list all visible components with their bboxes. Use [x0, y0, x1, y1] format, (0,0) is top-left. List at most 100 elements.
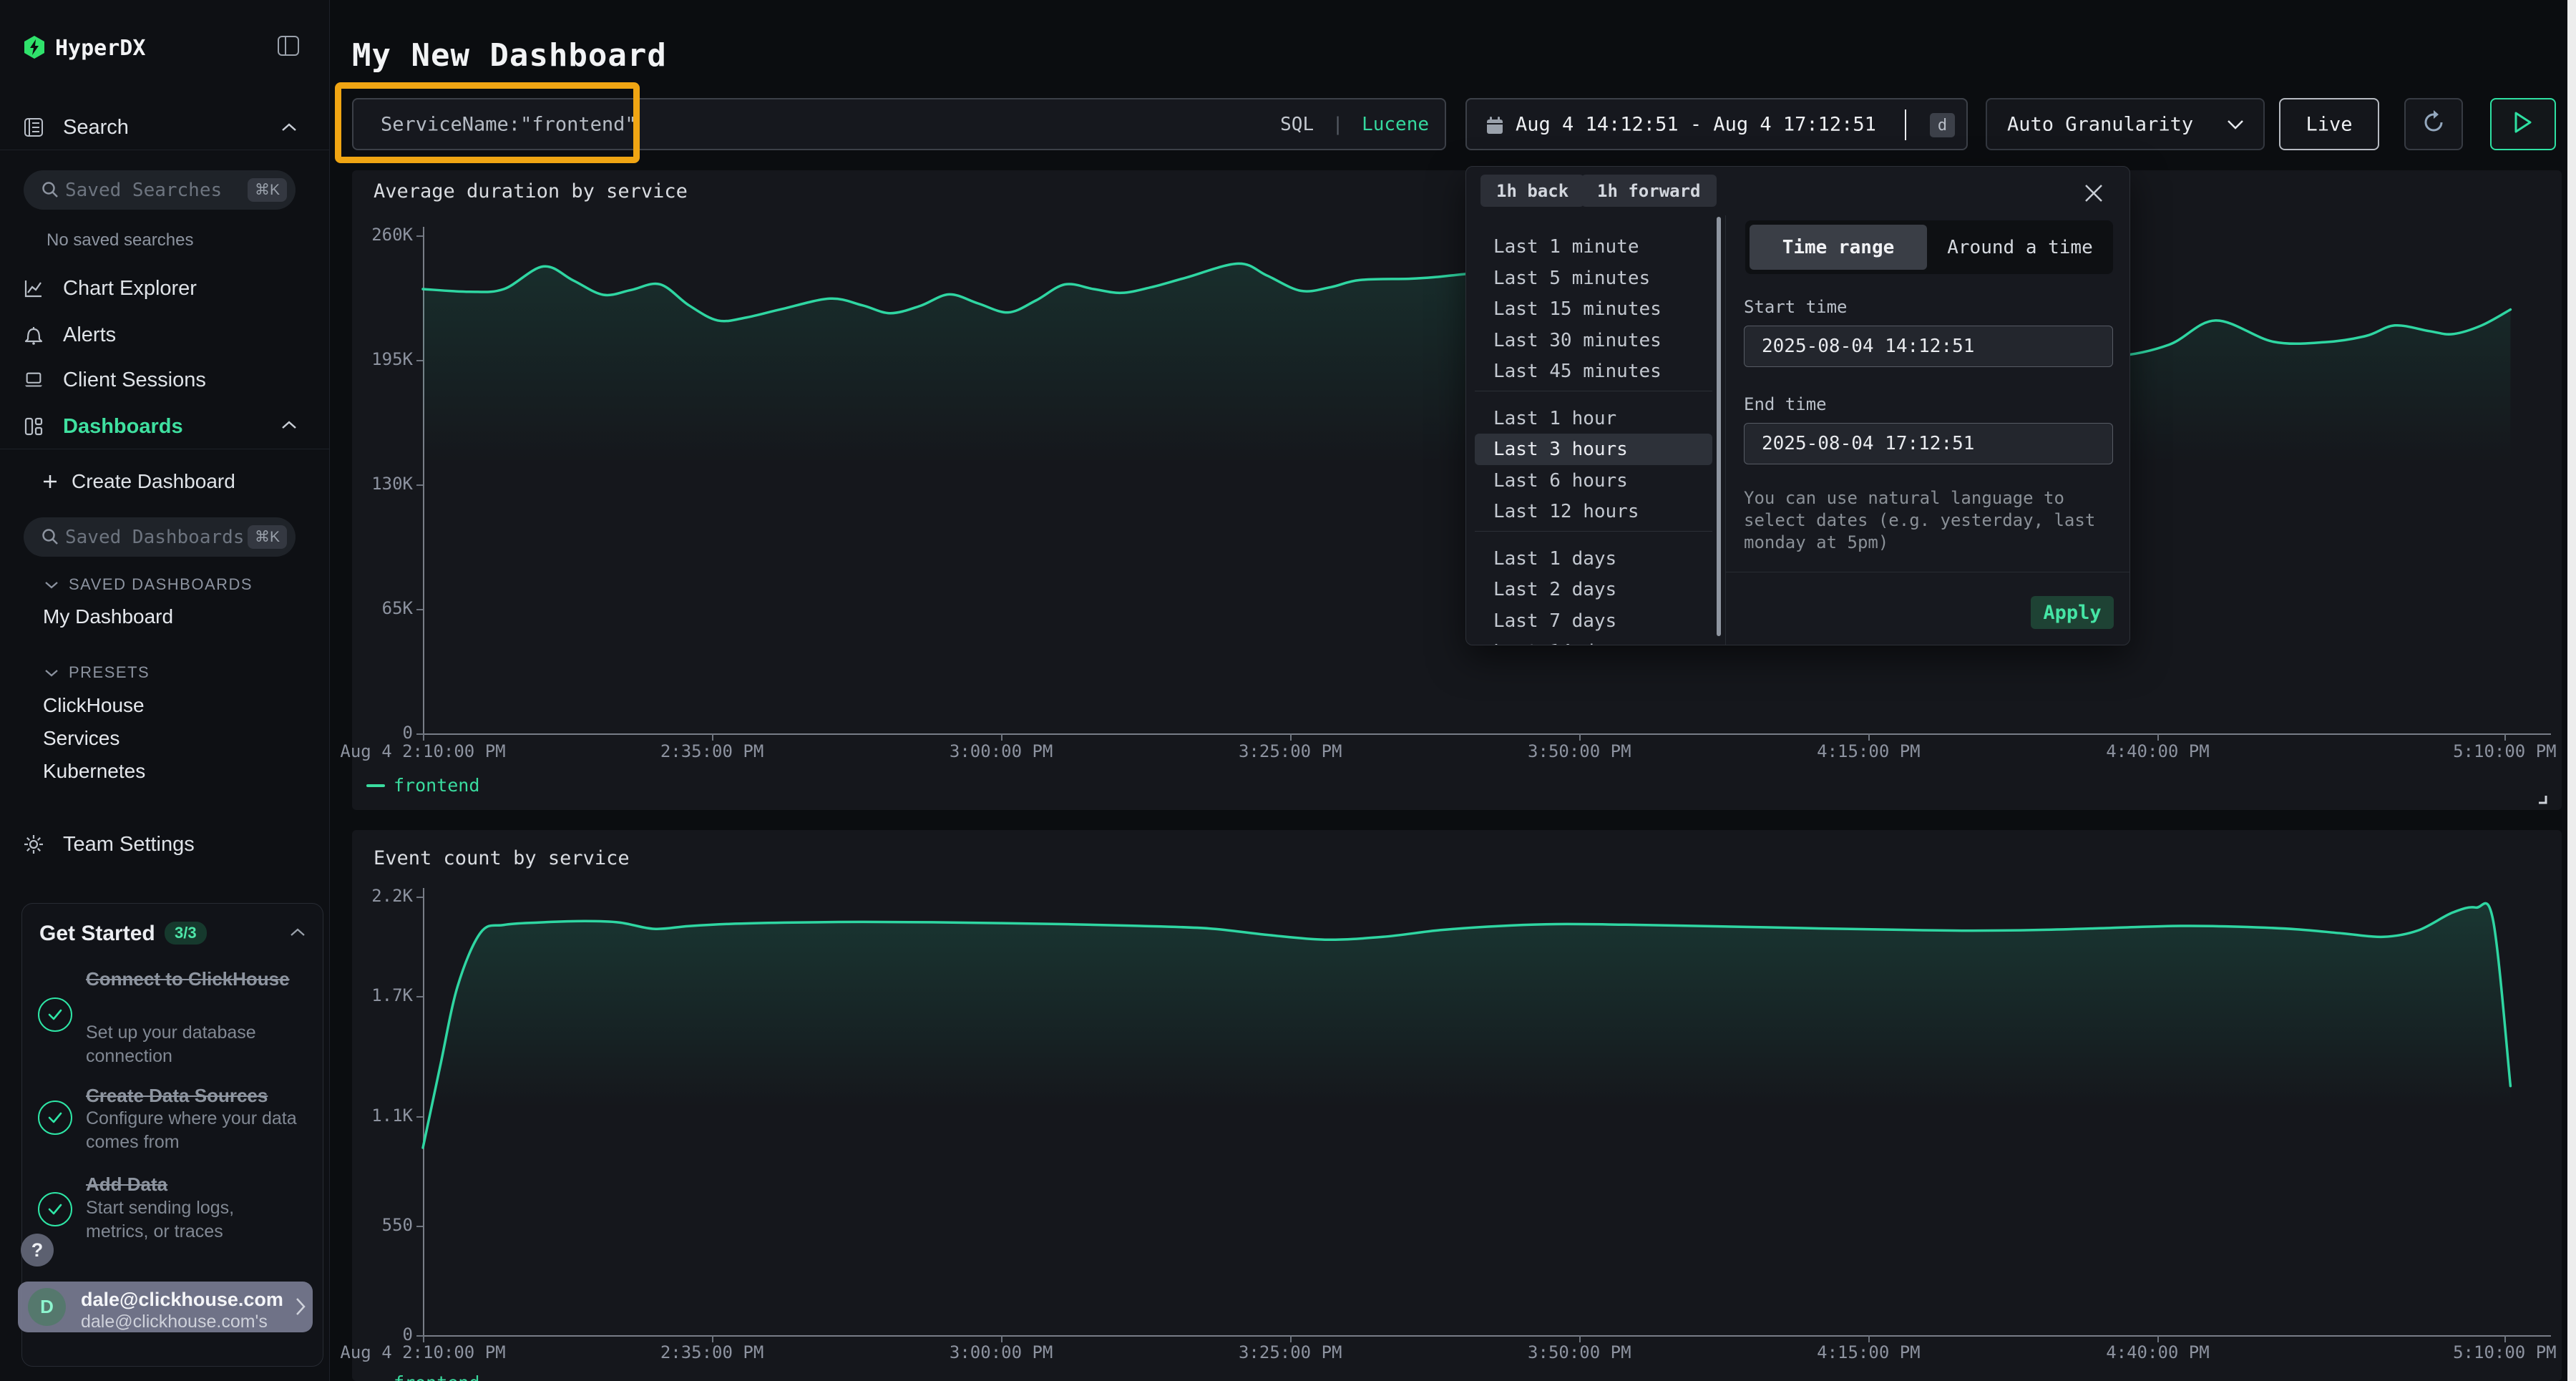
- x-axis-tick-label: 3:25:00 PM: [1183, 1342, 1397, 1362]
- natural-language-hint: You can use natural language to select d…: [1744, 487, 2113, 554]
- shift-back-label: 1h back: [1496, 181, 1568, 201]
- sidebar-collapse-icon[interactable]: [278, 36, 299, 59]
- check-circle-icon: [38, 997, 72, 1032]
- refresh-button[interactable]: [2404, 98, 2463, 150]
- duration-shortcut-badge: d: [1930, 113, 1955, 137]
- time-option-last-2-days[interactable]: Last 2 days: [1475, 574, 1712, 605]
- tab-around-a-time[interactable]: Around a time: [1927, 220, 2113, 274]
- x-axis-tick-label: 5:10:00 PM: [2397, 1342, 2576, 1362]
- help-button[interactable]: ?: [21, 1234, 54, 1267]
- saved-dashboards-group-header[interactable]: SAVED DASHBOARDS: [44, 575, 253, 594]
- end-time-label: End time: [1744, 394, 1827, 414]
- time-option-last-1-days[interactable]: Last 1 days: [1475, 543, 1712, 575]
- help-label: ?: [31, 1239, 44, 1262]
- divider: [1475, 531, 1712, 532]
- sidebar-item-search[interactable]: Search: [0, 107, 329, 147]
- get-started-item-subtitle: Set up your database connection: [86, 1021, 301, 1068]
- time-option-last-6-hours[interactable]: Last 6 hours: [1475, 465, 1712, 497]
- saved-dashboard-item[interactable]: My Dashboard: [43, 605, 173, 628]
- query-input[interactable]: ServiceName:"frontend" SQL | Lucene: [352, 98, 1446, 150]
- y-axis-tick-label: 2.2K: [345, 886, 413, 906]
- chart-line-icon: [24, 278, 44, 298]
- start-time-field[interactable]: [1744, 326, 2113, 367]
- saved-searches-placeholder: Saved Searches: [65, 180, 222, 201]
- time-range-value: Aug 4 14:12:51 - Aug 4 17:12:51: [1516, 113, 1876, 135]
- y-axis-tick-label: 1.1K: [345, 1106, 413, 1126]
- time-option-last-45-minutes[interactable]: Last 45 minutes: [1475, 356, 1712, 387]
- time-option-last-5-minutes[interactable]: Last 5 minutes: [1475, 263, 1712, 294]
- create-dashboard-button[interactable]: Create Dashboard: [0, 462, 329, 502]
- get-started-item-subtitle: Start sending logs, metrics, or traces: [86, 1196, 301, 1244]
- tab-label: Time range: [1782, 237, 1895, 258]
- sidebar-item-chart-explorer[interactable]: Chart Explorer: [0, 268, 329, 308]
- tab-time-range[interactable]: Time range: [1750, 225, 1927, 270]
- sidebar-item-team-settings[interactable]: Team Settings: [0, 824, 329, 864]
- sidebar-item-dashboards[interactable]: Dashboards: [0, 406, 329, 446]
- sidebar-item-alerts[interactable]: Alerts: [0, 315, 329, 355]
- panel-resize-handle[interactable]: [2536, 793, 2547, 808]
- x-axis-tick-label: 4:15:00 PM: [1761, 1342, 1976, 1362]
- time-option-last-30-minutes[interactable]: Last 30 minutes: [1475, 325, 1712, 356]
- time-option-last-12-hours[interactable]: Last 12 hours: [1475, 496, 1712, 527]
- query-language-toggle[interactable]: SQL | Lucene: [1280, 114, 1429, 135]
- legend-label: frontend: [394, 775, 479, 796]
- live-button[interactable]: Live: [2279, 98, 2379, 150]
- time-range-input[interactable]: Aug 4 14:12:51 - Aug 4 17:12:51 d: [1465, 98, 1968, 150]
- chevron-down-icon: [2227, 119, 2244, 133]
- preset-item-kubernetes[interactable]: Kubernetes: [43, 760, 145, 783]
- sql-toggle[interactable]: SQL: [1280, 114, 1314, 135]
- x-axis-tick-label: 3:00:00 PM: [894, 1342, 1108, 1362]
- time-option-last-15-minutes[interactable]: Last 15 minutes: [1475, 293, 1712, 325]
- y-axis-tick-mark: [416, 733, 423, 735]
- sidebar-item-label: Alerts: [63, 323, 116, 347]
- sidebar-item-client-sessions[interactable]: Client Sessions: [0, 360, 329, 400]
- page-scrollbar-track[interactable]: [2567, 0, 2576, 1381]
- time-option-last-14-days[interactable]: Last 14 days: [1475, 636, 1712, 645]
- y-axis-tick-mark: [416, 1116, 423, 1118]
- get-started-item-title: Create Data Sources: [86, 1083, 301, 1109]
- x-axis-tick-label: 3:50:00 PM: [1472, 1342, 1687, 1362]
- search-icon: [41, 527, 59, 550]
- time-option-last-1-minute[interactable]: Last 1 minute: [1475, 231, 1712, 263]
- preset-item-clickhouse[interactable]: ClickHouse: [43, 694, 145, 717]
- shift-forward-button[interactable]: 1h forward: [1581, 175, 1717, 207]
- granularity-select[interactable]: Auto Granularity: [1986, 98, 2265, 150]
- scrollbar-thumb[interactable]: [1717, 217, 1721, 636]
- time-option-last-1-hour[interactable]: Last 1 hour: [1475, 403, 1712, 434]
- preset-item-services[interactable]: Services: [43, 727, 119, 750]
- bell-icon: [24, 325, 44, 345]
- x-axis-tick-label: 4:40:00 PM: [2050, 1342, 2265, 1362]
- presets-group-header[interactable]: PRESETS: [44, 663, 150, 682]
- chevron-up-icon[interactable]: [290, 927, 306, 940]
- end-time-field[interactable]: [1744, 423, 2113, 464]
- chart-title: Average duration by service: [374, 180, 688, 202]
- chevron-down-icon: [44, 669, 59, 677]
- saved-dashboards-input[interactable]: Saved Dashboards ⌘K: [24, 517, 296, 557]
- x-axis-tick-label: 3:50:00 PM: [1472, 741, 1687, 761]
- y-axis-tick-mark: [416, 1335, 423, 1337]
- time-option-last-7-days[interactable]: Last 7 days: [1475, 605, 1712, 637]
- apply-button[interactable]: Apply: [2031, 596, 2114, 629]
- run-query-button[interactable]: [2490, 98, 2556, 150]
- shift-forward-label: 1h forward: [1597, 181, 1701, 201]
- chart-title: Event count by service: [374, 847, 630, 869]
- close-icon[interactable]: [2083, 182, 2107, 207]
- shortcut-badge: ⌘K: [248, 178, 287, 202]
- saved-searches-input[interactable]: Saved Searches ⌘K: [24, 170, 296, 210]
- y-axis-tick-mark: [416, 235, 423, 237]
- refresh-icon: [2420, 109, 2447, 140]
- chart-legend[interactable]: frontend: [366, 1372, 479, 1381]
- group-header-label: SAVED DASHBOARDS: [69, 575, 253, 594]
- user-account-chip[interactable]: D dale@clickhouse.com dale@clickhouse.co…: [18, 1282, 313, 1332]
- shift-back-button[interactable]: 1h back: [1480, 175, 1584, 207]
- lucene-toggle[interactable]: Lucene: [1362, 114, 1429, 135]
- sidebar-item-label: Client Sessions: [63, 369, 206, 392]
- x-axis-tick-label: 2:35:00 PM: [605, 741, 819, 761]
- sidebar-item-label: Chart Explorer: [63, 277, 197, 301]
- group-header-label: PRESETS: [69, 663, 150, 682]
- saved-dashboards-placeholder: Saved Dashboards: [65, 527, 244, 548]
- x-axis-tick-label: 3:00:00 PM: [894, 741, 1108, 761]
- chart-legend[interactable]: frontend: [366, 775, 479, 796]
- apply-label: Apply: [2043, 602, 2101, 624]
- time-option-last-3-hours[interactable]: Last 3 hours: [1475, 434, 1712, 465]
